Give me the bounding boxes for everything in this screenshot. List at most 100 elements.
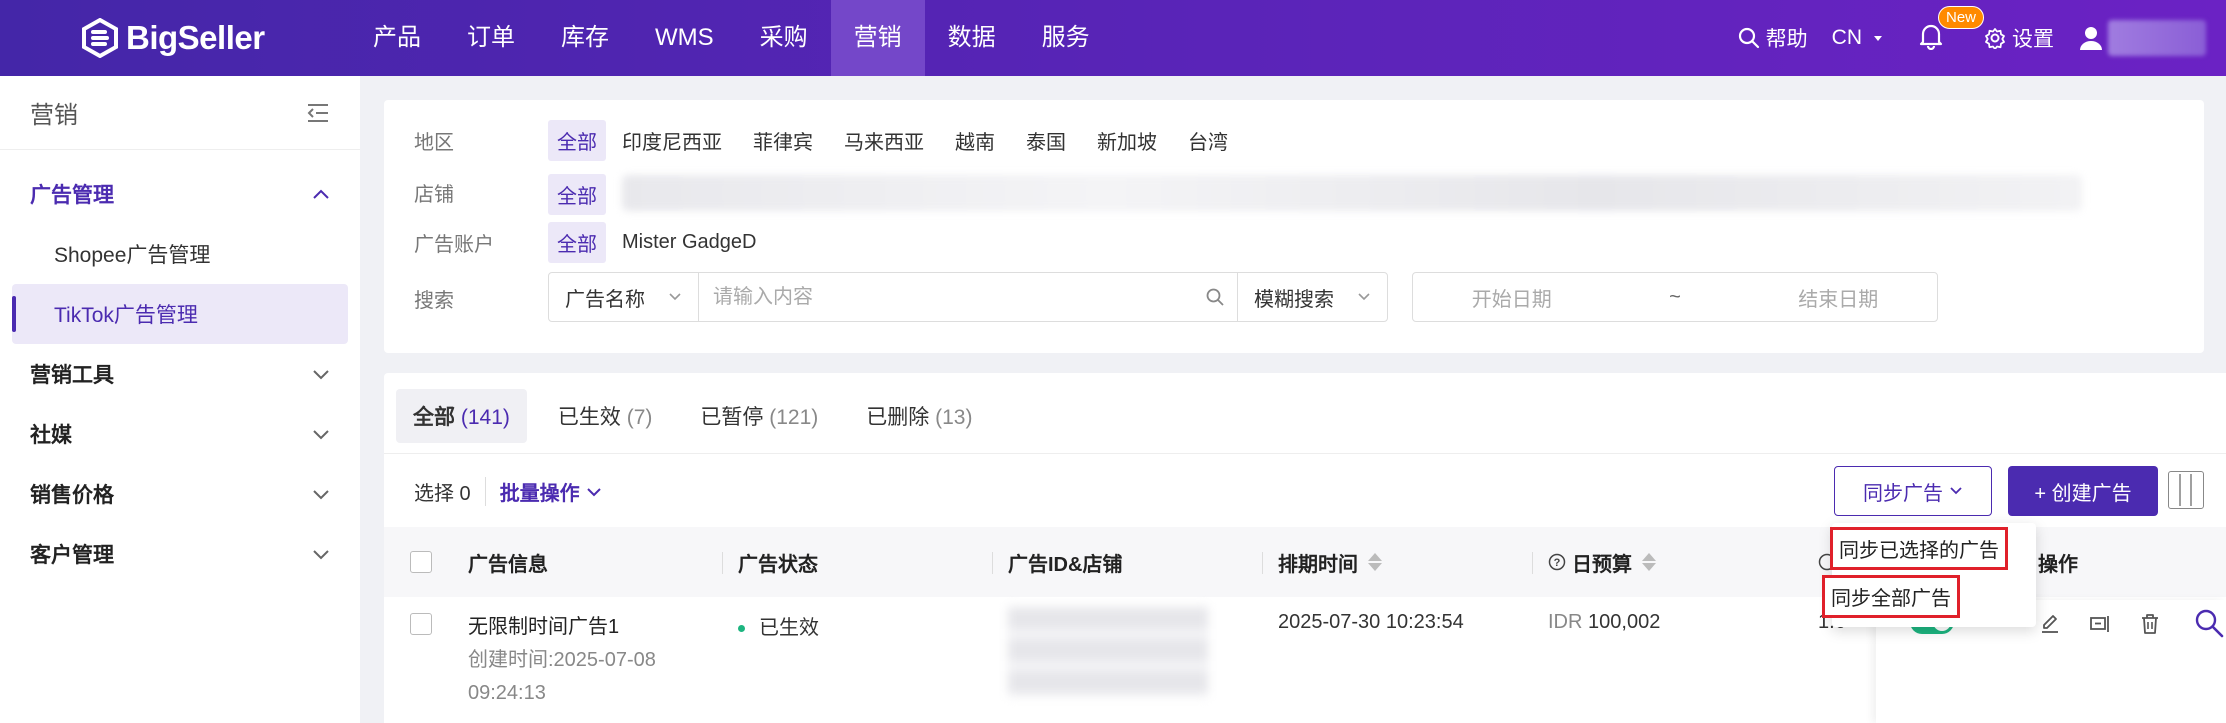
column-settings-button[interactable] xyxy=(2168,471,2204,509)
region-option[interactable]: 菲律宾 xyxy=(753,126,813,155)
search-icon xyxy=(1738,27,1759,49)
select-all-checkbox[interactable] xyxy=(410,551,432,573)
language-select[interactable]: CN xyxy=(1832,26,1894,50)
start-date-input[interactable]: 开始日期 xyxy=(1472,283,1552,312)
status-tabs: 全部 (141) 已生效 (7) 已暂停 (121) 已删除 (13) xyxy=(396,389,1003,443)
filter-label: 搜索 xyxy=(414,290,454,312)
user-icon[interactable] xyxy=(2078,25,2104,51)
sidebar-group-social[interactable]: 社媒 xyxy=(0,404,360,464)
settings-link[interactable]: 设置 xyxy=(1984,23,2054,53)
sort-icon[interactable] xyxy=(1368,553,1382,571)
tab-deleted[interactable]: 已删除 (13) xyxy=(849,389,989,443)
search-mode-select[interactable]: 模糊搜索 xyxy=(1237,273,1387,321)
nav-purchase[interactable]: 采购 xyxy=(737,0,831,76)
search-icon[interactable] xyxy=(1205,287,1225,307)
delete-icon[interactable] xyxy=(2138,612,2162,636)
tab-paused[interactable]: 已暂停 (121) xyxy=(683,389,835,443)
checkbox[interactable] xyxy=(410,613,432,635)
gear-icon xyxy=(1985,28,2005,49)
sync-selected-ads-item[interactable]: 同步已选择的广告 xyxy=(1830,527,2008,570)
sidebar-item-label: TikTok广告管理 xyxy=(54,304,198,327)
batch-label: 批量操作 xyxy=(499,483,580,505)
sidebar-item-shopee-ads[interactable]: Shopee广告管理 xyxy=(12,224,348,284)
end-date-input[interactable]: 结束日期 xyxy=(1798,283,1878,312)
ad-id-shop-cell xyxy=(1008,607,1208,697)
sidebar-group-pricing[interactable]: 销售价格 xyxy=(0,464,360,524)
rename-icon[interactable] xyxy=(2088,612,2112,636)
ad-created-time: 创建时间:2025-07-08 xyxy=(468,649,656,671)
ad-name[interactable]: 无限制时间广告1 xyxy=(468,611,656,644)
col-ad-status: 广告状态 xyxy=(722,548,818,577)
checkbox[interactable] xyxy=(410,551,432,573)
region-option[interactable]: 泰国 xyxy=(1026,126,1066,155)
brand-logo[interactable]: BigSeller xyxy=(80,18,265,58)
settings-label: 设置 xyxy=(2012,28,2054,51)
nav-marketing[interactable]: 营销 xyxy=(830,0,925,76)
region-option[interactable]: 马来西亚 xyxy=(844,126,924,155)
region-option[interactable]: 越南 xyxy=(955,126,995,155)
sidebar-group-label: 销售价格 xyxy=(30,484,114,507)
sidebar-item-tiktok-ads[interactable]: TikTok广告管理 xyxy=(12,284,348,344)
sort-icon[interactable] xyxy=(1642,553,1656,571)
tab-all[interactable]: 全部 (141) xyxy=(396,389,527,443)
search-field-select[interactable]: 广告名称 xyxy=(549,273,699,321)
filter-shop: 店铺 全部 xyxy=(414,170,2082,215)
col-ad-id-shop: 广告ID&店铺 xyxy=(991,548,1122,577)
sidebar-group-ads[interactable]: 广告管理 xyxy=(0,164,360,224)
account-option[interactable]: Mister GadgeD xyxy=(622,231,757,254)
col-actions: 操作 xyxy=(2038,553,2078,576)
col-daily-budget[interactable]: ? 日预算 xyxy=(1532,548,1656,577)
sidebar-group-marketing-tools[interactable]: 营销工具 xyxy=(0,344,360,404)
sidebar-item-label: Shopee广告管理 xyxy=(54,244,211,267)
batch-actions-button[interactable]: 批量操作 xyxy=(484,477,602,506)
region-option[interactable]: 台湾 xyxy=(1188,126,1228,155)
sidebar-group-customers[interactable]: 客户管理 xyxy=(0,524,360,584)
region-all[interactable]: 全部 xyxy=(548,120,606,161)
search-input[interactable] xyxy=(699,273,1205,321)
edit-icon[interactable] xyxy=(2038,612,2062,636)
collapse-menu-icon[interactable] xyxy=(306,102,330,124)
top-right-tools: 帮助 CN New 设置 xyxy=(1738,0,2226,76)
sidebar-group-label: 营销工具 xyxy=(30,364,114,387)
ad-created-time-line2: 09:24:13 xyxy=(468,682,546,704)
shop-list-redacted[interactable] xyxy=(622,174,2082,211)
sync-all-ads-item[interactable]: 同步全部广告 xyxy=(1822,575,1960,618)
tab-label: 全部 xyxy=(413,406,455,429)
chevron-down-icon xyxy=(313,430,329,440)
tab-count: (7) xyxy=(626,406,653,429)
zoom-search-icon[interactable] xyxy=(2194,608,2224,638)
username-redacted[interactable] xyxy=(2108,20,2206,56)
tab-label: 已暂停 xyxy=(700,406,764,429)
sync-ads-button[interactable]: 同步广告 xyxy=(1834,466,1992,516)
selection-bar: 选择 0 批量操作 xyxy=(414,477,602,506)
ad-status-cell: 已生效 xyxy=(738,611,819,640)
brand-name: BigSeller xyxy=(126,19,265,56)
new-badge: New xyxy=(1938,6,1985,29)
filter-label: 广告账户 xyxy=(414,234,494,256)
nav-products[interactable]: 产品 xyxy=(350,0,444,76)
shop-all[interactable]: 全部 xyxy=(548,174,606,215)
nav-services[interactable]: 服务 xyxy=(1019,0,1113,76)
region-option[interactable]: 新加坡 xyxy=(1097,126,1157,155)
col-schedule[interactable]: 排期时间 xyxy=(1262,548,1382,577)
nav-wms[interactable]: WMS xyxy=(632,0,737,76)
create-ad-button[interactable]: + 创建广告 xyxy=(2008,466,2158,516)
nav-orders[interactable]: 订单 xyxy=(444,0,538,76)
nav-inventory[interactable]: 库存 xyxy=(538,0,632,76)
divider xyxy=(384,453,2226,454)
selected-count: 选择 0 xyxy=(414,483,471,505)
sidebar-header: 营销 xyxy=(0,76,360,150)
ad-info-cell: 无限制时间广告1 创建时间:2025-07-08 09:24:13 xyxy=(468,611,656,710)
date-range-picker[interactable]: 开始日期 ~ 结束日期 xyxy=(1412,272,1938,322)
nav-data[interactable]: 数据 xyxy=(925,0,1019,76)
help-link[interactable]: 帮助 xyxy=(1738,23,1808,53)
account-all[interactable]: 全部 xyxy=(548,222,606,263)
sidebar-group-label: 社媒 xyxy=(30,424,72,447)
tab-active[interactable]: 已生效 (7) xyxy=(541,389,670,443)
col-ad-info: 广告信息 xyxy=(468,553,548,576)
region-option[interactable]: 印度尼西亚 xyxy=(622,126,722,155)
row-checkbox[interactable] xyxy=(410,613,432,635)
filter-panel: 地区 全部 印度尼西亚 菲律宾 马来西亚 越南 泰国 新加坡 台湾 店铺 全部 … xyxy=(384,100,2204,353)
chevron-down-icon xyxy=(586,487,601,496)
notification-button[interactable]: New xyxy=(1918,6,1985,54)
